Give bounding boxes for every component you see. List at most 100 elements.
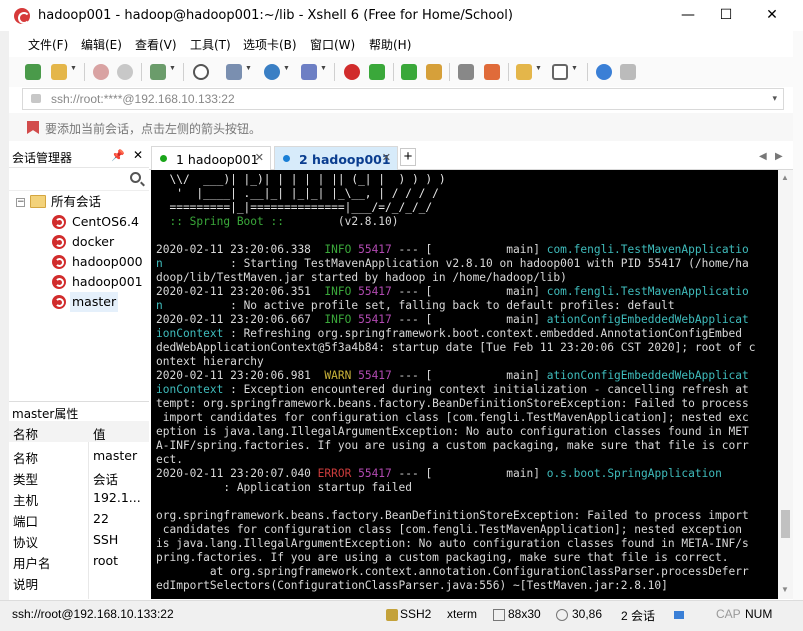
left-edge xyxy=(0,31,9,631)
terminal-text: : Application startup failed xyxy=(156,481,412,494)
lock-icon xyxy=(386,609,398,621)
terminal-output[interactable]: \\/ ___)| |_)| | | | | || (_| | ) ) ) ) … xyxy=(151,170,778,599)
menu-tabs[interactable]: 选项卡(B) xyxy=(243,36,297,53)
tree-root[interactable]: − 所有会话 xyxy=(16,192,146,212)
chat-icon[interactable] xyxy=(620,64,636,80)
terminal-text: 2020-02-11 23:20:07.040 xyxy=(156,467,318,480)
terminal-text: : Starting TestMavenApplication v2.8.10 … xyxy=(162,257,749,270)
font-icon[interactable] xyxy=(301,64,317,80)
terminal-text: n xyxy=(156,299,163,312)
cursor-icon xyxy=(556,609,568,621)
transfer-icon[interactable] xyxy=(226,64,242,80)
compose-icon[interactable] xyxy=(516,64,532,80)
session-icon xyxy=(52,255,66,269)
new-session-icon[interactable] xyxy=(25,64,41,80)
help-icon[interactable] xyxy=(596,64,612,80)
scroll-up-icon[interactable]: ▲ xyxy=(781,173,789,182)
menu-help[interactable]: 帮助(H) xyxy=(369,36,411,53)
scrollbar-thumb[interactable] xyxy=(781,510,790,538)
tree-item-hadoop001[interactable]: hadoop001 xyxy=(52,272,147,292)
toolbar-separator xyxy=(183,63,184,81)
status-terminal-type: xterm xyxy=(447,607,477,621)
terminal-text: --- [ main] xyxy=(391,313,547,326)
terminal-text: ect. xyxy=(156,453,183,466)
properties-row: 主机 192.1... xyxy=(9,487,149,508)
chevron-left-icon[interactable]: ◀ xyxy=(759,151,767,162)
connect-icon[interactable] xyxy=(93,64,109,80)
tab-hadoop001-1[interactable]: 1 hadoop001 ✕ xyxy=(151,146,271,170)
property-name: 类型 xyxy=(13,472,39,487)
chevron-down-icon[interactable]: ▼ xyxy=(535,65,542,72)
keyboard-icon[interactable] xyxy=(458,64,474,80)
terminal-text: o.s.boot.SpringApplication xyxy=(546,467,722,480)
terminal-line: ontext hierarchy xyxy=(156,355,264,369)
chevron-down-icon[interactable]: ▼ xyxy=(245,65,252,72)
terminal-text: ionContext xyxy=(156,327,224,340)
properties-row: 用户名 root xyxy=(9,550,149,571)
bookmark-arrow-icon[interactable] xyxy=(27,121,39,134)
layout-icon[interactable] xyxy=(552,64,568,80)
terminal-text: :: Spring Boot :: xyxy=(156,215,284,228)
terminal-line: dedWebApplicationContext@5f3a4b84: start… xyxy=(156,341,755,355)
chevron-down-icon[interactable]: ▼ xyxy=(70,65,77,72)
chevron-down-icon[interactable]: ▼ xyxy=(283,65,290,72)
xshell-icon[interactable] xyxy=(344,64,360,80)
properties-row: 名称 master xyxy=(9,445,149,466)
terminal-line: n : Starting TestMavenApplication v2.8.1… xyxy=(156,257,749,271)
collapse-icon[interactable]: − xyxy=(16,198,25,207)
pin-icon[interactable]: 📌 xyxy=(111,149,125,162)
chevron-down-icon[interactable]: ▼ xyxy=(571,65,578,72)
menu-window[interactable]: 窗口(W) xyxy=(310,36,355,53)
terminal-text: ionContext xyxy=(156,383,224,396)
terminal-scrollbar[interactable]: ▲ ▼ xyxy=(778,170,793,599)
close-button[interactable]: ✕ xyxy=(749,0,795,31)
terminal-text: 55417 xyxy=(358,243,392,256)
chevron-right-icon[interactable]: ▶ xyxy=(775,151,783,162)
lock-icon[interactable] xyxy=(426,64,442,80)
highlight-icon[interactable] xyxy=(484,64,500,80)
address-bar[interactable]: ssh://root:****@192.168.10.133:22 ▾ xyxy=(22,88,784,110)
chevron-down-icon[interactable]: ▼ xyxy=(320,65,327,72)
scroll-down-icon[interactable]: ▼ xyxy=(781,585,789,594)
add-tab-button[interactable]: + xyxy=(400,148,416,166)
terminal-line: edImportSelectors(ConfigurationClassPars… xyxy=(156,579,668,593)
status-dot-icon xyxy=(283,155,290,162)
search-icon[interactable] xyxy=(130,172,141,183)
chevron-down-icon[interactable]: ▾ xyxy=(772,93,777,104)
session-search[interactable] xyxy=(9,169,149,191)
tree-item-hadoop000[interactable]: hadoop000 xyxy=(52,252,147,272)
globe-icon[interactable] xyxy=(264,64,280,80)
find-icon[interactable] xyxy=(193,64,209,80)
terminal-text: : Refreshing org.springframework.boot.co… xyxy=(223,327,742,340)
terminal-text: at org.springframework.context.annotatio… xyxy=(156,565,749,578)
open-folder-icon[interactable] xyxy=(51,64,67,80)
close-icon[interactable]: ✕ xyxy=(133,148,143,162)
properties-icon[interactable] xyxy=(150,64,166,80)
column-header-name[interactable]: 名称 xyxy=(13,424,38,443)
window-title: hadoop001 - hadoop@hadoop001:~/lib - Xsh… xyxy=(38,8,513,23)
menu-view[interactable]: 查看(V) xyxy=(135,36,177,53)
close-icon[interactable]: ✕ xyxy=(255,151,264,164)
maximize-button[interactable]: ☐ xyxy=(703,0,749,31)
terminal-line: :: Spring Boot :: (v2.8.10) xyxy=(156,215,398,229)
menu-tools[interactable]: 工具(T) xyxy=(190,36,231,53)
tree-item-docker[interactable]: docker xyxy=(52,232,147,252)
xftp-icon[interactable] xyxy=(369,64,385,80)
tree-root-label: 所有会话 xyxy=(51,194,102,209)
property-value: 192.1... xyxy=(93,490,141,505)
menu-file[interactable]: 文件(F) xyxy=(28,36,68,53)
chevron-down-icon[interactable]: ▼ xyxy=(169,65,176,72)
menu-edit[interactable]: 编辑(E) xyxy=(81,36,122,53)
tree-item-master[interactable]: master xyxy=(52,292,147,312)
disconnect-icon[interactable] xyxy=(117,64,133,80)
tab-hadoop001-2[interactable]: 2 hadoop001 ✕ xyxy=(274,146,398,170)
tree-item-centos[interactable]: CentOS6.4 xyxy=(52,212,147,232)
terminal-text: 2020-02-11 23:20:06.667 xyxy=(156,313,325,326)
tree-item-label: hadoop001 xyxy=(72,274,143,289)
fullscreen-icon[interactable] xyxy=(401,64,417,80)
terminal-text: INFO xyxy=(324,313,352,326)
column-header-value[interactable]: 值 xyxy=(93,424,106,443)
close-icon[interactable]: ✕ xyxy=(382,151,391,164)
terminal-text: candidates for configuration class [com.… xyxy=(156,523,742,536)
terminal-text: 2020-02-11 23:20:06.351 xyxy=(156,285,325,298)
